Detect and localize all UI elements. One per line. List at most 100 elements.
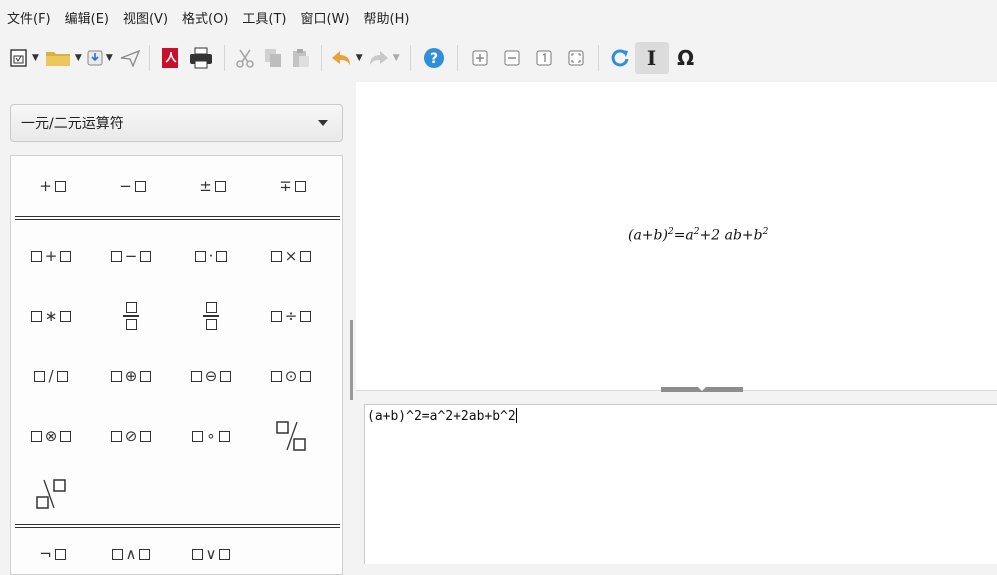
help-button[interactable]: ? xyxy=(417,42,451,74)
save-dropdown-arrow[interactable]: ▼ xyxy=(106,53,113,63)
redo-button[interactable] xyxy=(367,42,391,74)
menu-help[interactable]: 帮助(H) xyxy=(364,8,410,27)
open-folder-icon xyxy=(45,52,70,66)
formula-editor[interactable]: (a+b)^2=a^2+2ab+b^2 xyxy=(364,404,997,564)
wide-slash-glyph xyxy=(276,421,306,451)
export-pdf-icon xyxy=(161,48,178,68)
elements-panel: 一元/二元运算符 + − ± ∓ + − · × ∗ ÷ / ⊕ ⊖ ⊙ ⊗ ⊘… xyxy=(0,82,352,575)
text-caret xyxy=(515,408,517,423)
symbol-wide-backslash[interactable] xyxy=(11,466,91,522)
symbol-subtract[interactable]: − xyxy=(91,226,171,286)
toolbar-separator xyxy=(148,45,150,71)
symbol-wide-fraction[interactable] xyxy=(171,286,251,346)
new-dropdown-arrow[interactable]: ▼ xyxy=(32,53,39,63)
chevron-down-icon xyxy=(318,120,328,126)
symbol-divide[interactable]: ÷ xyxy=(251,286,331,346)
formula-editor-text[interactable]: (a+b)^2=a^2+2ab+b^2 xyxy=(367,408,517,424)
paste-button[interactable] xyxy=(287,42,315,74)
formula-cursor-button[interactable]: I xyxy=(634,42,669,74)
print-icon xyxy=(189,47,212,69)
toolbar-separator xyxy=(320,45,322,71)
undo-button[interactable] xyxy=(328,42,354,74)
symbol-add[interactable]: + xyxy=(11,226,91,286)
save-button[interactable] xyxy=(86,42,104,74)
symbol-circled-dot[interactable]: ⊙ xyxy=(251,346,331,406)
palette-row: ¬ ∧ ∨ xyxy=(11,534,344,574)
symbols-icon: Ω xyxy=(677,46,695,70)
symbol-circled-plus[interactable]: ⊕ xyxy=(91,346,171,406)
symbol-unary-plus[interactable]: + xyxy=(11,156,91,216)
toolbar: ▼ ▼ ▼ ▼ ▼ ? I Ω xyxy=(0,34,997,82)
palette-row: ⊗ ⊘ ∘ xyxy=(11,406,344,466)
menu-bar: 文件(F) 编辑(E) 视图(V) 格式(O) 工具(T) 窗口(W) 帮助(H… xyxy=(0,0,997,34)
toolbar-separator xyxy=(456,45,458,71)
symbol-fraction[interactable] xyxy=(91,286,171,346)
vertical-splitter-handle[interactable] xyxy=(350,320,353,400)
symbol-cdot[interactable]: · xyxy=(171,226,251,286)
menu-view[interactable]: 视图(V) xyxy=(123,8,168,27)
symbol-wide-slash[interactable] xyxy=(251,406,331,466)
send-button[interactable] xyxy=(117,42,143,74)
copy-button[interactable] xyxy=(259,42,287,74)
actual-size-icon xyxy=(536,50,552,66)
formula-cursor-icon: I xyxy=(646,46,657,70)
symbol-unary-plus-minus[interactable]: ± xyxy=(171,156,251,216)
symbol-not[interactable]: ¬ xyxy=(11,534,91,574)
save-icon xyxy=(87,50,103,66)
palette-row: ∗ ÷ xyxy=(11,286,344,346)
symbol-composition[interactable]: ∘ xyxy=(171,406,251,466)
undo-dropdown-arrow[interactable]: ▼ xyxy=(356,53,363,63)
symbols-button[interactable]: Ω xyxy=(669,42,703,74)
help-icon: ? xyxy=(423,48,444,68)
palette-divider xyxy=(15,524,340,528)
paste-icon xyxy=(292,49,309,67)
symbol-circled-minus[interactable]: ⊖ xyxy=(171,346,251,406)
symbol-circled-times[interactable]: ⊗ xyxy=(11,406,91,466)
symbol-slash[interactable]: / xyxy=(11,346,91,406)
redo-dropdown-arrow[interactable]: ▼ xyxy=(393,53,400,63)
symbol-or[interactable]: ∨ xyxy=(171,534,251,574)
category-select[interactable]: 一元/二元运算符 xyxy=(10,104,343,142)
palette-row: / ⊕ ⊖ ⊙ xyxy=(11,346,344,406)
send-icon xyxy=(120,49,140,67)
symbol-circled-slash[interactable]: ⊘ xyxy=(91,406,171,466)
formula-preview: (a+b)2=a2+2 ab+b2 xyxy=(356,82,997,392)
zoom-in-icon xyxy=(472,50,488,66)
symbol-times[interactable]: × xyxy=(251,226,331,286)
new-document-button[interactable] xyxy=(8,42,30,74)
zoom-in-button[interactable] xyxy=(464,42,496,74)
palette-divider xyxy=(15,216,340,220)
menu-window[interactable]: 窗口(W) xyxy=(301,8,350,27)
refresh-icon xyxy=(611,49,629,67)
rendered-formula: (a+b)2=a2+2 ab+b2 xyxy=(628,227,769,244)
fit-page-icon xyxy=(568,50,584,66)
cut-button[interactable] xyxy=(231,42,259,74)
palette-row: + − · × xyxy=(11,226,344,286)
fit-page-button[interactable] xyxy=(560,42,592,74)
export-pdf-button[interactable] xyxy=(156,42,184,74)
undo-icon xyxy=(331,51,350,65)
refresh-button[interactable] xyxy=(605,42,635,74)
zoom-out-icon xyxy=(504,50,520,66)
symbol-and[interactable]: ∧ xyxy=(91,534,171,574)
menu-tools[interactable]: 工具(T) xyxy=(242,8,286,27)
print-button[interactable] xyxy=(184,42,218,74)
symbol-unary-minus-plus[interactable]: ∓ xyxy=(251,156,331,216)
zoom-out-button[interactable] xyxy=(496,42,528,74)
open-dropdown-arrow[interactable]: ▼ xyxy=(75,53,82,63)
open-button[interactable] xyxy=(43,42,73,74)
actual-size-button[interactable] xyxy=(528,42,560,74)
symbol-unary-minus[interactable]: − xyxy=(91,156,171,216)
symbol-asterisk[interactable]: ∗ xyxy=(11,286,91,346)
horizontal-splitter-handle[interactable] xyxy=(661,387,743,392)
redo-icon xyxy=(369,51,388,65)
menu-format[interactable]: 格式(O) xyxy=(182,8,228,27)
menu-file[interactable]: 文件(F) xyxy=(7,8,51,27)
menu-edit[interactable]: 编辑(E) xyxy=(65,8,109,27)
category-select-value: 一元/二元运算符 xyxy=(21,116,124,132)
palette-row: + − ± ∓ xyxy=(11,156,344,216)
wide-backslash-glyph xyxy=(36,479,66,509)
toolbar-separator xyxy=(223,45,225,71)
palette-row xyxy=(11,466,344,522)
horizontal-splitter[interactable] xyxy=(356,387,997,404)
